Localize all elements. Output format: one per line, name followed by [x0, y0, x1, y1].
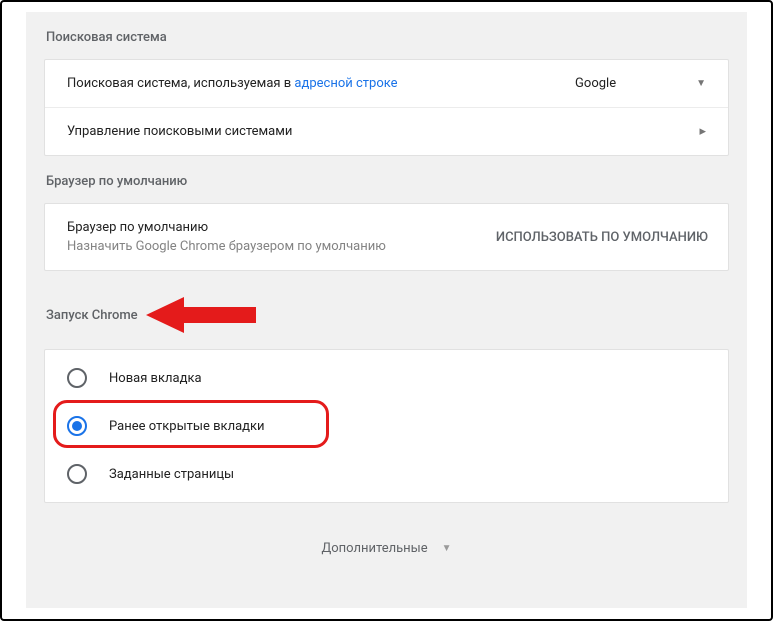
default-browser-title: Браузер по умолчанию [67, 220, 454, 235]
radio-icon [67, 464, 87, 484]
radio-selected-icon [67, 416, 87, 436]
manage-search-engines-label: Управление поисковыми системами [67, 124, 699, 139]
search-engine-dropdown[interactable]: Google ▼ [575, 76, 706, 91]
startup-header: Запуск Chrome [46, 308, 138, 323]
search-engine-selected: Google [575, 76, 616, 91]
startup-option-new-tab[interactable]: Новая вкладка [45, 354, 728, 402]
startup-card: Новая вкладка Ранее открытые вкладки Зад… [44, 349, 729, 503]
use-default-button[interactable]: ИСПОЛЬЗОВАТЬ ПО УМОЛЧАНИЮ [476, 230, 728, 245]
advanced-toggle[interactable]: Дополнительные ▼ [26, 503, 747, 556]
search-engine-row: Поисковая система, используемая в адресн… [45, 60, 728, 107]
dropdown-arrow-icon: ▼ [696, 78, 706, 89]
radio-icon [67, 368, 87, 388]
red-arrow-annotation [146, 295, 256, 335]
advanced-label: Дополнительные [321, 541, 427, 556]
startup-option-previous[interactable]: Ранее открытые вкладки [45, 402, 728, 450]
manage-search-engines-row[interactable]: Управление поисковыми системами ▸ [45, 107, 728, 155]
startup-option-label: Ранее открытые вкладки [109, 419, 265, 434]
search-engine-label: Поисковая система, используемая в адресн… [67, 76, 575, 91]
search-engine-card: Поисковая система, используемая в адресн… [44, 59, 729, 156]
chevron-down-icon: ▼ [442, 543, 452, 554]
startup-option-label: Новая вкладка [109, 371, 202, 386]
search-used-in-text: Поисковая система, используемая в [67, 76, 294, 91]
address-bar-link[interactable]: адресной строке [294, 76, 397, 91]
chevron-right-icon: ▸ [699, 124, 706, 139]
default-browser-subtitle: Назначить Google Chrome браузером по умо… [67, 239, 454, 254]
default-browser-card: Браузер по умолчанию Назначить Google Ch… [44, 203, 729, 271]
search-engine-header: Поисковая система [26, 12, 747, 59]
startup-option-specific[interactable]: Заданные страницы [45, 450, 728, 498]
default-browser-header: Браузер по умолчанию [26, 156, 747, 203]
startup-option-label: Заданные страницы [109, 467, 234, 482]
